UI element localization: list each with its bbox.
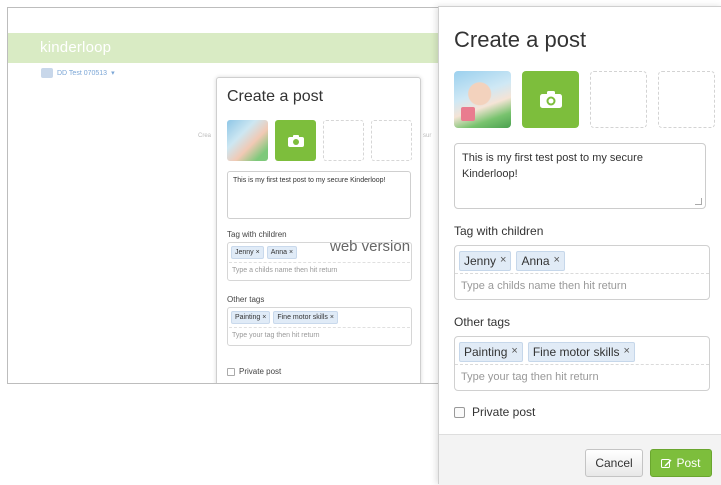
other-tag-painting[interactable]: Painting × <box>459 342 523 362</box>
small-modal-title: Create a post <box>227 88 324 105</box>
add-photo-button[interactable] <box>522 71 579 128</box>
child-tag-name: Anna <box>521 254 550 268</box>
resize-grip-icon[interactable] <box>695 198 702 205</box>
other-tags-label: Other tags <box>454 315 511 329</box>
small-attachment-row <box>227 120 412 161</box>
small-children-placeholder: Type a childs name then hit return <box>229 262 410 274</box>
child-tag-anna[interactable]: Anna × <box>516 251 565 271</box>
faint-text-right: sur <box>423 133 432 139</box>
other-tag-name: Fine motor skills <box>532 345 620 359</box>
attachment-row <box>454 71 715 128</box>
small-post-textarea[interactable]: This is my first test post to my secure … <box>227 171 411 219</box>
edit-icon <box>661 458 672 468</box>
post-button-label: Post <box>676 456 701 470</box>
post-button[interactable]: Post <box>650 449 712 477</box>
small-other-tag[interactable]: Painting × <box>231 311 271 324</box>
small-tag-children-label: Tag with children <box>227 230 287 239</box>
modal-footer: Cancel Post <box>439 434 721 485</box>
child-tag-jenny[interactable]: Jenny × <box>459 251 512 271</box>
private-post-label: Private post <box>472 405 536 419</box>
small-camera-button[interactable] <box>275 120 316 161</box>
kinderloop-logo: kinderloop <box>40 39 112 56</box>
other-tag-field[interactable]: Painting × Fine motor skills × Type your… <box>454 336 710 391</box>
small-other-tag-field[interactable]: Painting × Fine motor skills × Type your… <box>227 307 412 346</box>
small-photo-thumbnail[interactable] <box>227 120 268 161</box>
create-post-modal: Create a post This is my first test post… <box>438 6 721 485</box>
small-child-tag[interactable]: Jenny × <box>231 246 264 259</box>
small-other-tags-label: Other tags <box>227 295 265 304</box>
photo-thumbnail[interactable] <box>454 71 511 128</box>
account-name: DD Test 070513 <box>57 69 108 77</box>
other-tag-input[interactable]: Type your tag then hit return <box>455 364 709 383</box>
private-post-checkbox[interactable] <box>454 406 465 418</box>
empty-attachment-slot[interactable] <box>658 71 715 128</box>
children-tag-input[interactable]: Type a childs name then hit return <box>455 273 709 292</box>
small-private-checkbox[interactable] <box>227 367 235 376</box>
camera-icon <box>287 134 304 147</box>
modal-title: Create a post <box>454 27 587 52</box>
remove-tag-icon[interactable]: × <box>624 345 630 359</box>
small-private-label: Private post <box>239 367 282 376</box>
faint-text-left: Crea <box>198 133 212 139</box>
child-tag-name: Jenny <box>464 254 497 268</box>
children-tag-field[interactable]: Jenny × Anna × Type a childs name then h… <box>454 245 710 300</box>
small-create-post-modal: Create a post This is my first test post… <box>216 77 421 383</box>
cancel-button[interactable]: Cancel <box>585 449 643 477</box>
remove-tag-icon[interactable]: × <box>554 254 560 268</box>
other-tag-fine-motor-skills[interactable]: Fine motor skills × <box>527 342 635 362</box>
small-empty-slot[interactable] <box>323 120 364 161</box>
post-text: This is my first test post to my secure … <box>462 152 643 180</box>
small-private-post-option[interactable]: Private post <box>227 367 281 376</box>
small-empty-slot[interactable] <box>371 120 412 161</box>
small-other-placeholder: Type your tag then hit return <box>229 327 410 339</box>
background-web-window: kinderloop DD Test 070513 ▾ Crea sur Cre… <box>7 7 442 384</box>
app-header-bar: kinderloop <box>8 33 441 63</box>
remove-tag-icon[interactable]: × <box>511 345 517 359</box>
empty-attachment-slot[interactable] <box>590 71 647 128</box>
web-version-caption: web version <box>330 238 411 255</box>
post-textarea[interactable]: This is my first test post to my secure … <box>454 143 706 209</box>
account-avatar <box>41 68 53 78</box>
small-other-tag[interactable]: Fine motor skills × <box>273 311 338 324</box>
camera-icon <box>539 91 562 108</box>
chevron-down-icon: ▾ <box>111 70 115 77</box>
other-tag-name: Painting <box>464 345 508 359</box>
small-child-tag[interactable]: Anna × <box>266 246 298 259</box>
private-post-option[interactable]: Private post <box>454 405 535 419</box>
remove-tag-icon[interactable]: × <box>500 254 506 268</box>
account-switcher[interactable]: DD Test 070513 ▾ <box>41 68 115 78</box>
tag-children-label: Tag with children <box>454 224 544 238</box>
